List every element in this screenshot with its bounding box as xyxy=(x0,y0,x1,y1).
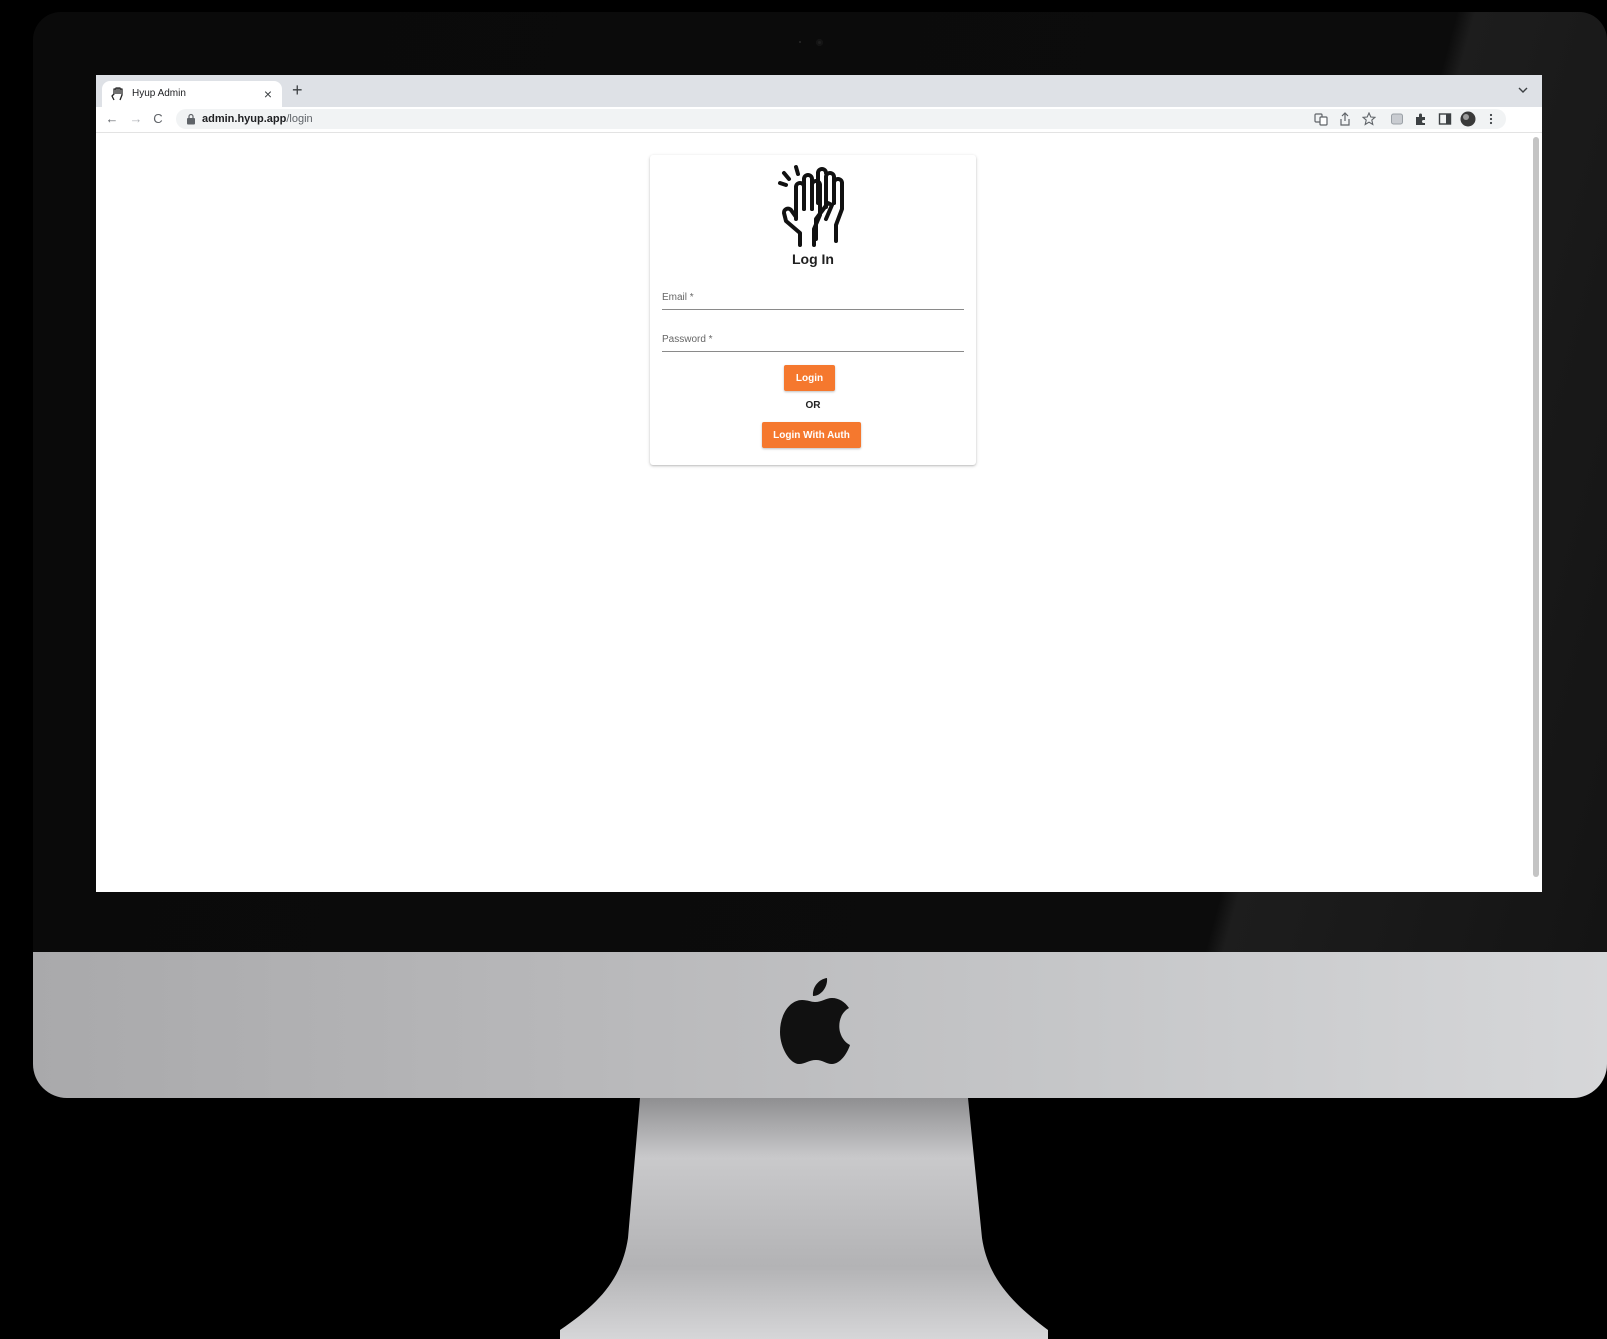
tab-hyup-admin[interactable]: Hyup Admin × xyxy=(102,81,282,107)
login-button[interactable]: Login xyxy=(784,365,835,391)
login-with-auth-button[interactable]: Login With Auth xyxy=(762,422,861,448)
puzzle-icon[interactable] xyxy=(1414,112,1428,126)
lock-icon xyxy=(187,113,195,125)
tab-strip: Hyup Admin × + xyxy=(96,75,1542,107)
back-button[interactable]: ← xyxy=(104,110,120,128)
share-icon[interactable] xyxy=(1338,112,1352,126)
url-path: /login xyxy=(286,113,313,125)
page-scrollbar[interactable] xyxy=(1533,137,1539,877)
or-divider-text: OR xyxy=(805,400,821,411)
page-title: Log In xyxy=(792,251,834,267)
browser-toolbar: ← → C admin.hyup.app/login xyxy=(96,107,1542,133)
profile-avatar-icon[interactable] xyxy=(1460,111,1476,127)
camera xyxy=(816,39,823,46)
url-host: admin.hyup.app xyxy=(202,113,287,125)
password-input[interactable] xyxy=(662,327,964,351)
login-card: Log In Login OR Login With Auth xyxy=(650,155,976,465)
translate-icon[interactable] xyxy=(1314,112,1328,126)
email-field-wrapper xyxy=(662,285,964,310)
imac-stand xyxy=(560,1098,1048,1339)
camera-sensor xyxy=(799,41,801,43)
tab-title: Hyup Admin xyxy=(132,88,186,99)
more-menu-icon[interactable] xyxy=(1484,112,1498,126)
url-text: admin.hyup.app/login xyxy=(202,113,313,125)
bookmark-star-icon[interactable] xyxy=(1362,112,1376,126)
address-bar[interactable]: admin.hyup.app/login xyxy=(176,109,1506,129)
reload-button[interactable]: C xyxy=(150,110,166,128)
forward-button[interactable]: → xyxy=(128,110,144,128)
new-tab-button[interactable]: + xyxy=(292,80,303,100)
apple-logo-icon xyxy=(780,978,850,1064)
close-icon[interactable]: × xyxy=(264,85,272,103)
chevron-down-icon[interactable] xyxy=(1516,83,1530,97)
high-five-logo-icon xyxy=(778,165,844,247)
high-five-icon xyxy=(111,87,123,101)
extension-box-icon[interactable] xyxy=(1390,112,1404,126)
password-field-wrapper xyxy=(662,327,964,352)
email-input[interactable] xyxy=(662,285,964,309)
browser-window: Hyup Admin × + ← → C admin.hyup.app/logi… xyxy=(96,75,1542,892)
side-panel-icon[interactable] xyxy=(1438,112,1452,126)
